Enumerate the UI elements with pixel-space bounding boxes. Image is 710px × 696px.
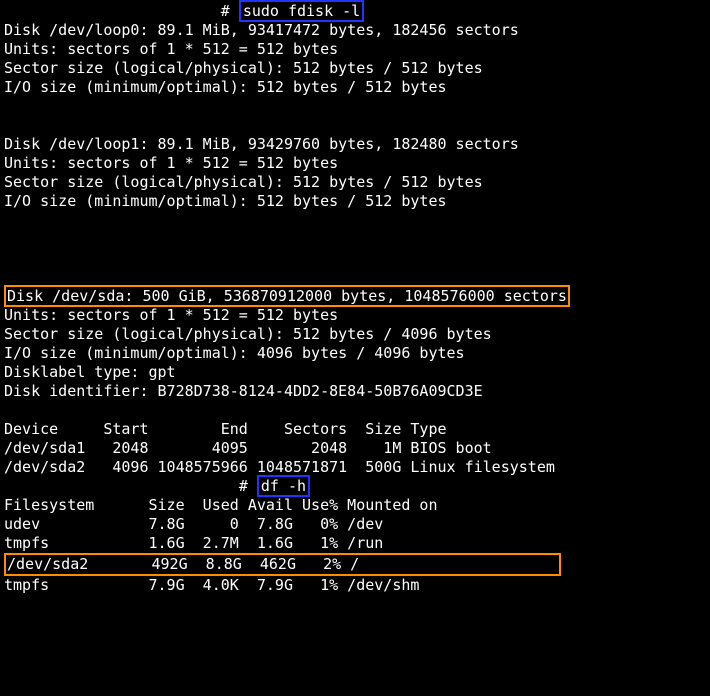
loop0-units: Units: sectors of 1 * 512 = 512 bytes — [4, 40, 338, 58]
loop1-units: Units: sectors of 1 * 512 = 512 bytes — [4, 154, 338, 172]
df-row-sda2: /dev/sda2 492G 8.8G 462G 2% / — [4, 553, 561, 576]
cmd-df: df -h — [257, 475, 310, 497]
ptable-row-2: /dev/sda2 4096 1048575966 1048571871 500… — [4, 458, 555, 476]
df-row-tmpfs: tmpfs 1.6G 2.7M 1.6G 1% /run — [4, 534, 383, 552]
sda-io: I/O size (minimum/optimal): 4096 bytes /… — [4, 344, 465, 362]
sda-id: Disk identifier: B728D738-8124-4DD2-8E84… — [4, 382, 483, 400]
loop1-header: Disk /dev/loop1: 89.1 MiB, 93429760 byte… — [4, 135, 519, 153]
sda-sector: Sector size (logical/physical): 512 byte… — [4, 325, 492, 343]
loop0-sector: Sector size (logical/physical): 512 byte… — [4, 59, 483, 77]
loop1-io: I/O size (minimum/optimal): 512 bytes / … — [4, 192, 447, 210]
sda-header: Disk /dev/sda: 500 GiB, 536870912000 byt… — [4, 285, 570, 307]
loop0-header: Disk /dev/loop0: 89.1 MiB, 93417472 byte… — [4, 21, 519, 39]
terminal[interactable]: # sudo fdisk -l Disk /dev/loop0: 89.1 Mi… — [0, 0, 710, 597]
df-row-udev: udev 7.8G 0 7.8G 0% /dev — [4, 515, 383, 533]
df-header: Filesystem Size Used Avail Use% Mounted … — [4, 496, 437, 514]
sda-label: Disklabel type: gpt — [4, 363, 176, 381]
ptable-header: Device Start End Sectors Size Type — [4, 420, 447, 438]
loop1-sector: Sector size (logical/physical): 512 byte… — [4, 173, 483, 191]
prompt-line-1: # sudo fdisk -l — [4, 0, 364, 22]
df-row-shm: tmpfs 7.9G 4.0K 7.9G 1% /dev/shm — [4, 576, 419, 594]
cmd-fdisk: sudo fdisk -l — [239, 0, 364, 22]
prompt-line-2: # df -h — [4, 475, 310, 497]
ptable-row-1: /dev/sda1 2048 4095 2048 1M BIOS boot — [4, 439, 492, 457]
loop0-io: I/O size (minimum/optimal): 512 bytes / … — [4, 78, 447, 96]
sda-units: Units: sectors of 1 * 512 = 512 bytes — [4, 306, 338, 324]
